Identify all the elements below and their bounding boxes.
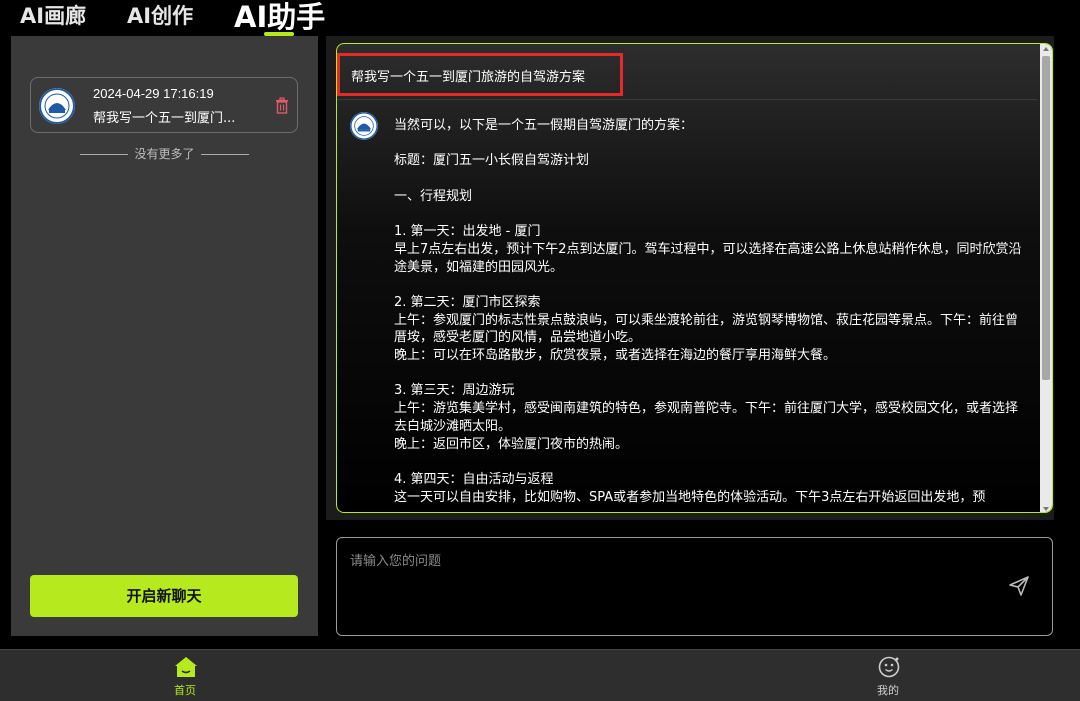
no-more-divider: 没有更多了: [11, 145, 318, 162]
divider-line: [200, 154, 249, 155]
answer-line: 早上7点左右出发，预计下午2点到达厦门。驾车过程中，可以选择在高速公路上休息站稍…: [394, 241, 1022, 275]
send-icon[interactable]: [1008, 575, 1030, 597]
question-input[interactable]: 请输入您的问题: [336, 537, 1053, 636]
top-tabs: AI画廊 AI创作 AI助手: [0, 0, 1080, 36]
answer-line: [394, 453, 1024, 471]
tab-ai-gallery[interactable]: AI画廊: [20, 0, 86, 30]
scroll-thumb[interactable]: [1042, 56, 1050, 380]
user-question: 帮我写一个五一到厦门旅游的自驾游方案: [351, 70, 586, 85]
scrollbar[interactable]: [1040, 44, 1052, 512]
answer-line: 4. 第四天：自由活动与返程: [394, 471, 554, 487]
answer-line: [394, 205, 1024, 223]
answer-line: 晚上：可以在环岛路散步，欣赏夜景，或者选择在海边的餐厅享用海鲜大餐。: [394, 348, 837, 364]
history-date: 2024-04-29 17:16:19: [93, 86, 214, 101]
assistant-answer: 当然可以，以下是一个五一假期自驾游厦门的方案： 标题：厦门五一小长假自驾游计划 一、…: [394, 117, 1024, 506]
tab-ai-creation[interactable]: AI创作: [127, 0, 193, 30]
question-divider: [337, 99, 1037, 100]
answer-line: 标题：厦门五一小长假自驾游计划: [394, 153, 590, 169]
scroll-down-arrow-icon[interactable]: [1043, 507, 1049, 511]
answer-line: 上午：参观厦门的标志性景点鼓浪屿，可以乘坐渡轮前往，游览钢琴博物馆、菽庄花园等景…: [394, 312, 1019, 346]
scroll-up-arrow-icon[interactable]: [1043, 47, 1049, 51]
nav-me[interactable]: 我的: [858, 650, 918, 701]
answer-line: [394, 276, 1024, 294]
history-item[interactable]: 2024-04-29 17:16:19 帮我写一个五一到厦门...: [30, 77, 298, 133]
input-placeholder: 请输入您的问题: [350, 554, 442, 569]
sidebar: 2024-04-29 17:16:19 帮我写一个五一到厦门... 没有更多了 …: [11, 36, 318, 636]
no-more-text: 没有更多了: [134, 147, 195, 161]
tab-ai-assistant[interactable]: AI助手: [234, 0, 325, 36]
home-icon: [174, 656, 198, 678]
answer-line: 2. 第二天：厦门市区探索: [394, 294, 541, 310]
trash-icon[interactable]: [275, 97, 289, 114]
answer-line: [394, 135, 1024, 153]
answer-line: 这一天可以自由安排，比如购物、SPA或者参加当地特色的体验活动。下午3点左右开始…: [394, 489, 986, 505]
answer-line: [394, 365, 1024, 383]
answer-line: 上午：游览集美学村，感受闽南建筑的特色，参观南普陀寺。下午：前往厦门大学，感受校…: [394, 401, 1019, 434]
answer-line: 1. 第一天：出发地 - 厦门: [394, 224, 541, 240]
divider-line: [80, 154, 129, 155]
answer-line: [394, 170, 1024, 188]
history-title: 帮我写一个五一到厦门...: [93, 111, 236, 126]
nav-home-label: 首页: [174, 684, 196, 697]
chat-box[interactable]: 帮我写一个五一到厦门旅游的自驾游方案 当然可以，以下是一个五一假期自驾游厦门的方…: [336, 43, 1053, 513]
answer-line: 一、行程规划: [394, 188, 473, 204]
nav-home[interactable]: 首页: [155, 650, 215, 701]
new-chat-button[interactable]: 开启新聊天: [30, 575, 298, 617]
avatar: [39, 88, 75, 124]
bot-avatar: [350, 112, 378, 140]
bottom-nav: 首页 我的: [0, 649, 1080, 701]
answer-line: 晚上：返回市区，体验厦门夜市的热闹。: [394, 436, 629, 452]
smiley-icon: [877, 656, 901, 678]
chat-panel: 帮我写一个五一到厦门旅游的自驾游方案 当然可以，以下是一个五一假期自驾游厦门的方…: [326, 36, 1054, 520]
answer-line: 3. 第三天：周边游玩: [394, 383, 515, 399]
answer-line: 当然可以，以下是一个五一假期自驾游厦门的方案：: [394, 118, 694, 133]
nav-me-label: 我的: [877, 684, 899, 697]
